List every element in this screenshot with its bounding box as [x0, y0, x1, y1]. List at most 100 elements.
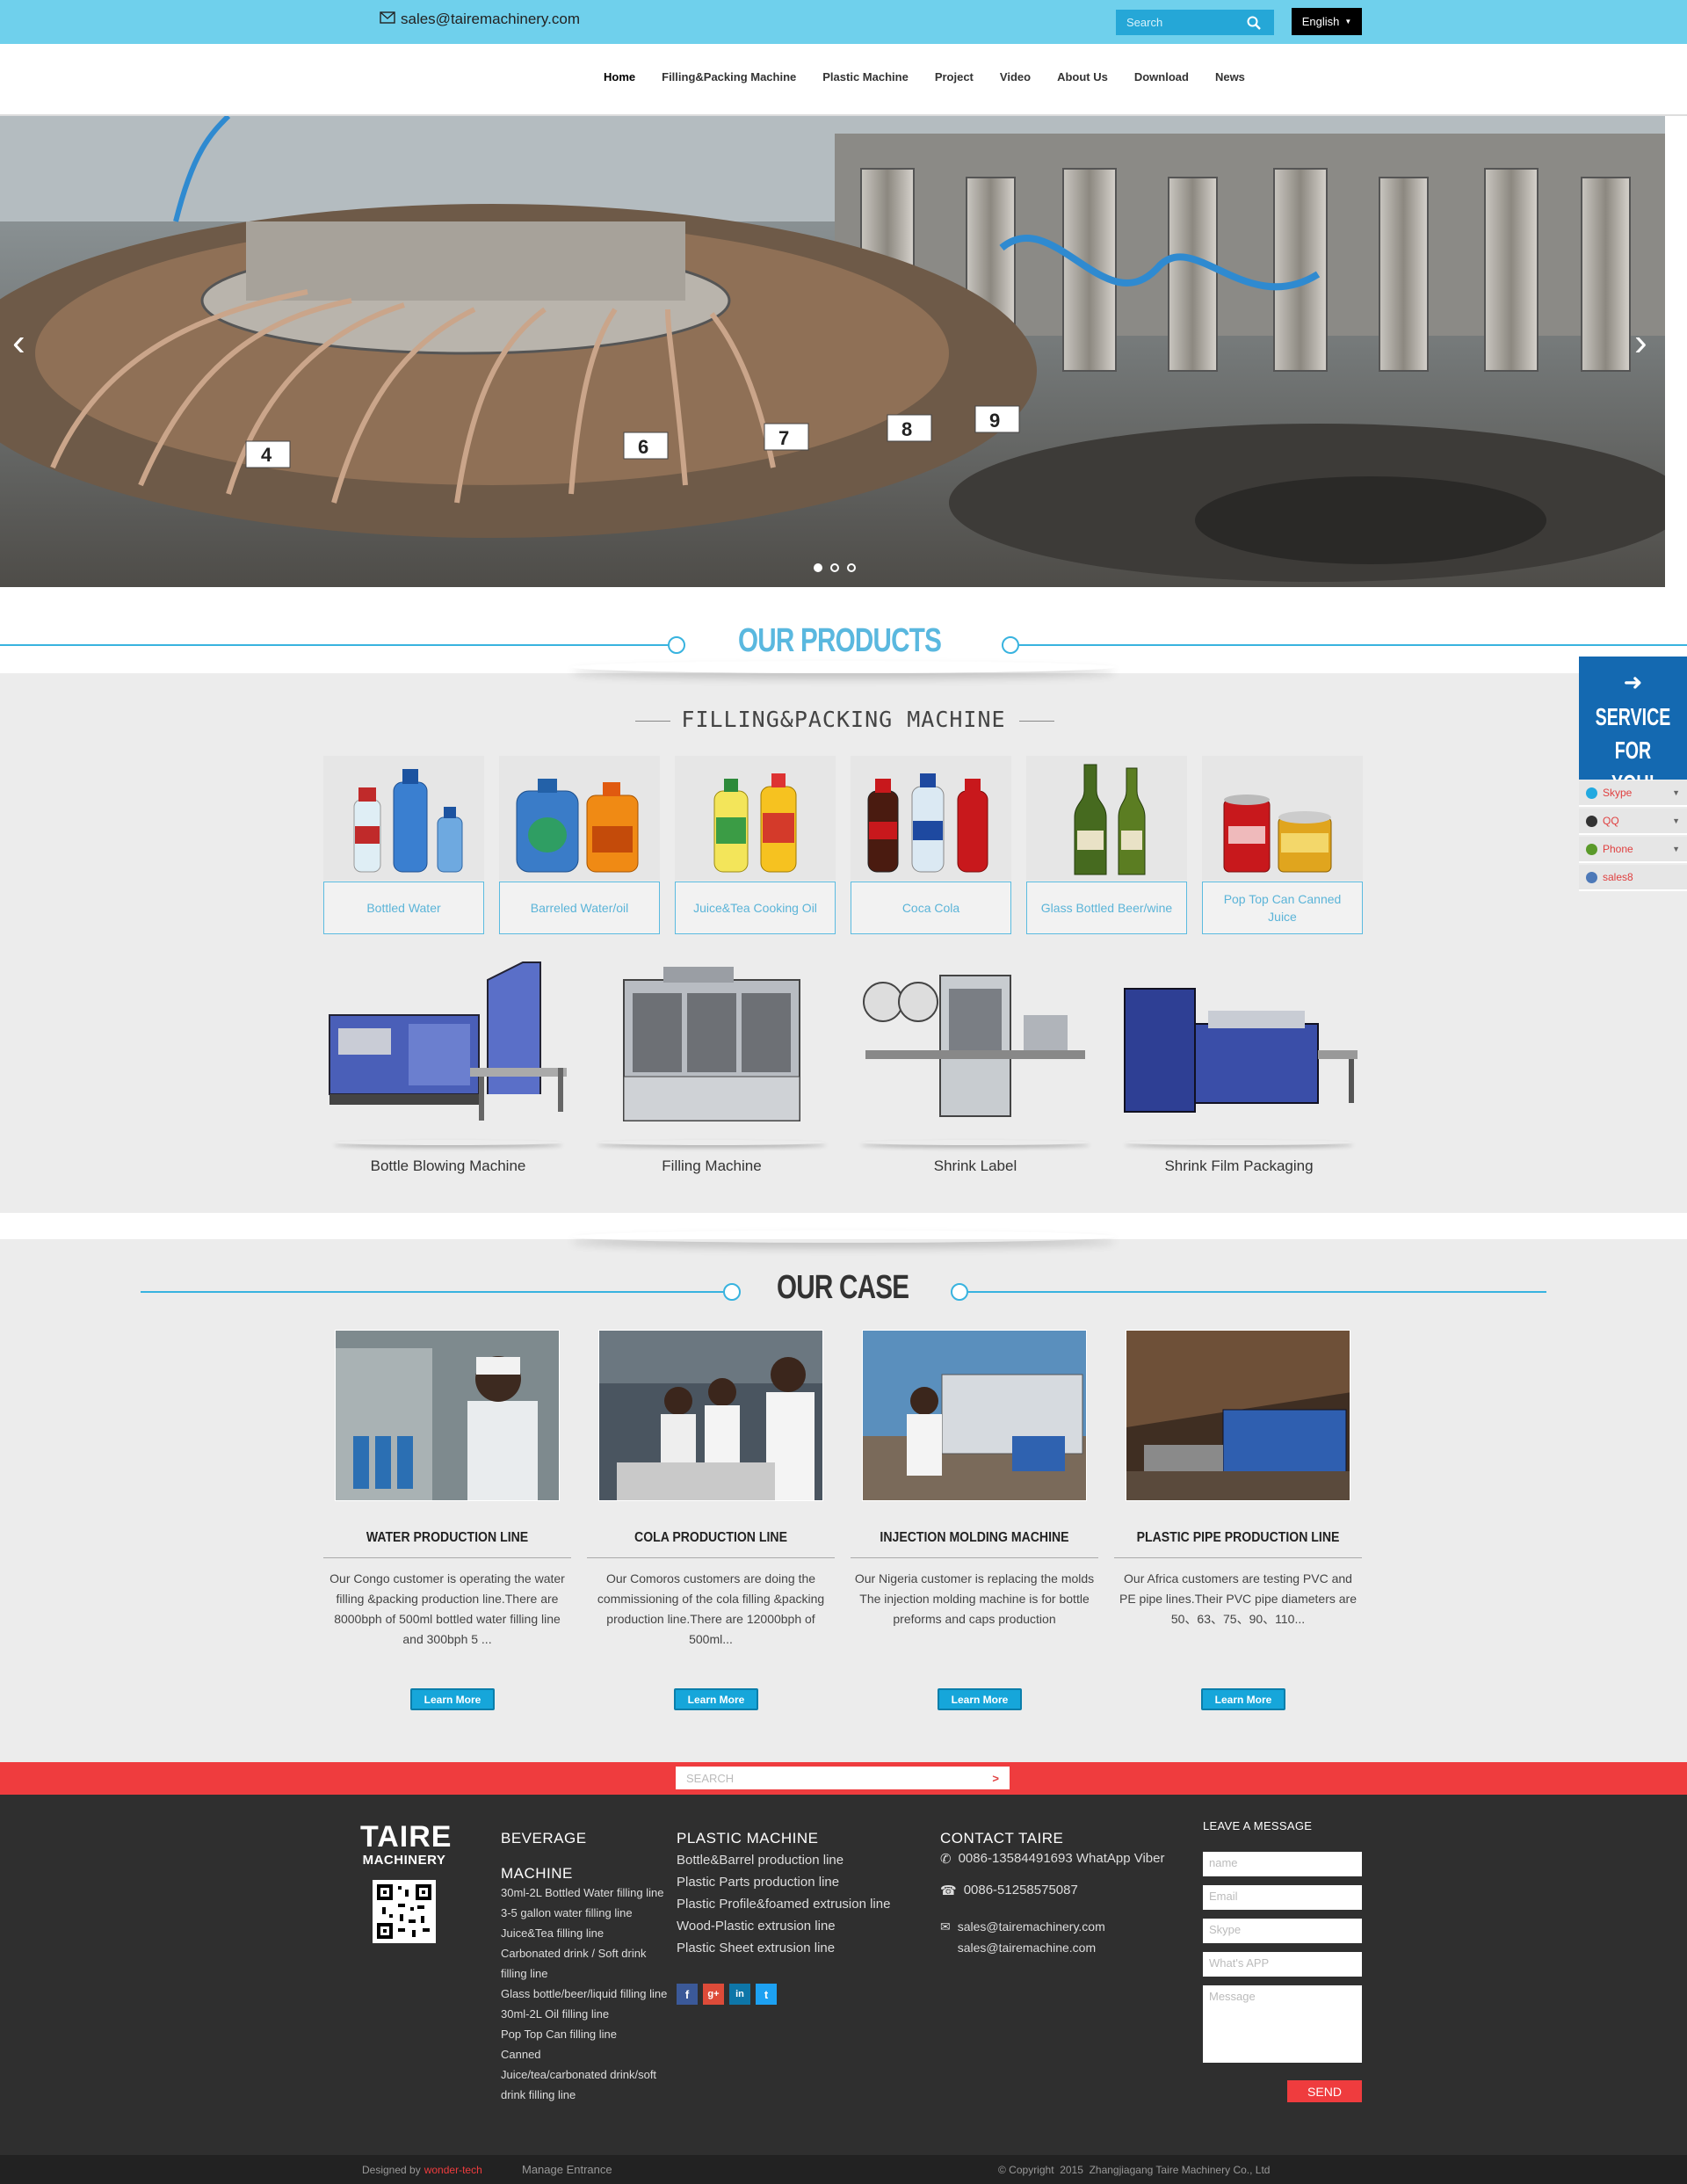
machine-label[interactable]: Filling Machine	[584, 1157, 839, 1175]
top-bar: sales@tairemachinery.com English ▼	[0, 0, 1687, 44]
send-button[interactable]: SEND	[1287, 2080, 1362, 2102]
nav-item-video[interactable]: Video	[987, 70, 1044, 83]
nav-item-plastic-machine[interactable]: Plastic Machine	[809, 70, 922, 83]
case-title[interactable]: WATER PRODUCTION LINE	[338, 1530, 556, 1546]
category-image	[1202, 756, 1363, 881]
beverage-item[interactable]: Carbonated drink / Soft drink filling li…	[501, 1943, 668, 1984]
machine-card-shrink-label[interactable]: Shrink Label	[848, 954, 1103, 1182]
nav-item-filling-packing[interactable]: Filling&Packing Machine	[648, 70, 809, 83]
contact-email1[interactable]: sales@tairemachinery.com	[958, 1916, 1105, 1937]
plastic-item[interactable]: Plastic Parts production line	[677, 1871, 905, 1893]
category-label[interactable]: Pop Top Can Canned Juice	[1202, 882, 1363, 934]
top-email[interactable]: sales@tairemachinery.com	[380, 11, 580, 28]
machine-label[interactable]: Bottle Blowing Machine	[321, 1157, 576, 1175]
footer-search-placeholder[interactable]: SEARCH	[686, 1772, 734, 1785]
plastic-item[interactable]: Plastic Sheet extrusion line	[677, 1937, 905, 1959]
nav-item-project[interactable]: Project	[922, 70, 987, 83]
products-title-line-left	[0, 644, 668, 646]
search-input[interactable]	[1116, 10, 1239, 35]
case-title-line-left	[141, 1291, 723, 1293]
designer-link[interactable]: wonder-tech	[424, 2164, 482, 2176]
learn-more-button[interactable]: Learn More	[410, 1688, 495, 1710]
case-divider	[1114, 1557, 1362, 1558]
filling-dash-right	[1019, 721, 1054, 722]
machine-label[interactable]: Shrink Label	[848, 1157, 1103, 1175]
arrow-right-icon[interactable]: >	[992, 1772, 999, 1785]
nav-item-about-us[interactable]: About Us	[1044, 70, 1121, 83]
service-phone[interactable]: Phone ▼	[1579, 837, 1687, 863]
message-whatsapp-field[interactable]: What's APP	[1203, 1952, 1362, 1977]
qr-code-icon	[373, 1880, 436, 1943]
beverage-item[interactable]: Glass bottle/beer/liquid filling line	[501, 1984, 668, 2004]
learn-more-button[interactable]: Learn More	[674, 1688, 758, 1710]
language-label: English	[1301, 15, 1340, 28]
learn-more-button[interactable]: Learn More	[1201, 1688, 1285, 1710]
category-card-glass-beer[interactable]: Glass Bottled Beer/wine	[1026, 756, 1187, 934]
contact-email2[interactable]: sales@tairemachine.com	[958, 1937, 1105, 1958]
service-skype-label: Skype	[1603, 787, 1633, 799]
message-name-field[interactable]: name	[1203, 1852, 1362, 1876]
service-widget[interactable]: ➜ SERVICE FOR YOU!	[1579, 657, 1687, 797]
case-section	[0, 1239, 1687, 1762]
beverage-item[interactable]: 3-5 gallon water filling line	[501, 1903, 668, 1923]
beverage-item[interactable]: Canned	[501, 2044, 668, 2064]
facebook-icon[interactable]: f	[677, 1984, 698, 2005]
banner-next-arrow[interactable]: ›	[1634, 323, 1647, 362]
machine-card-filling[interactable]: Filling Machine	[584, 954, 839, 1182]
case-image[interactable]	[1126, 1330, 1350, 1501]
footer-logo[interactable]: TAIRE MACHINERY	[360, 1821, 451, 1868]
case-image[interactable]	[598, 1330, 823, 1501]
google-plus-icon[interactable]: g+	[703, 1984, 724, 2005]
category-label[interactable]: Glass Bottled Beer/wine	[1026, 882, 1187, 934]
search-icon[interactable]	[1239, 10, 1269, 35]
category-label[interactable]: Bottled Water	[323, 882, 484, 934]
machine-card-bottle-blowing[interactable]: Bottle Blowing Machine	[321, 954, 576, 1182]
beverage-item[interactable]: Juice/tea/carbonated drink/soft drink fi…	[501, 2064, 668, 2105]
beverage-item[interactable]: Pop Top Can filling line	[501, 2024, 668, 2044]
language-select[interactable]: English ▼	[1292, 8, 1362, 35]
products-title-hex-right	[1002, 636, 1019, 654]
category-card-barreled-water[interactable]: Barreled Water/oil	[499, 756, 660, 934]
twitter-icon[interactable]: t	[756, 1984, 777, 2005]
banner-dot-1[interactable]	[814, 563, 822, 572]
service-qq[interactable]: QQ ▼	[1579, 809, 1687, 835]
case-title[interactable]: INJECTION MOLDING MACHINE	[865, 1530, 1083, 1546]
category-card-coca-cola[interactable]: Coca Cola	[851, 756, 1011, 934]
nav-item-download[interactable]: Download	[1121, 70, 1202, 83]
service-skype[interactable]: Skype ▼	[1579, 780, 1687, 807]
message-text-field[interactable]: Message	[1203, 1985, 1362, 2063]
case-image[interactable]	[335, 1330, 560, 1501]
banner-dot-2[interactable]	[830, 563, 839, 572]
service-email[interactable]: sales8	[1579, 865, 1687, 891]
case-title[interactable]: COLA PRODUCTION LINE	[602, 1530, 820, 1546]
machine-card-shrink-film[interactable]: Shrink Film Packaging	[1111, 954, 1366, 1182]
message-skype-field[interactable]: Skype	[1203, 1919, 1362, 1943]
category-label[interactable]: Juice&Tea Cooking Oil	[675, 882, 836, 934]
banner-dot-3[interactable]	[847, 563, 856, 572]
plastic-item[interactable]: Plastic Profile&foamed extrusion line	[677, 1893, 905, 1915]
category-card-juice-tea[interactable]: Juice&Tea Cooking Oil	[675, 756, 836, 934]
filling-packing-heading: FILLING&PACKING MACHINE	[681, 707, 1006, 732]
category-label[interactable]: Barreled Water/oil	[499, 882, 660, 934]
banner-prev-arrow[interactable]: ‹	[12, 323, 25, 362]
footer-search[interactable]: SEARCH >	[676, 1767, 1010, 1789]
hero-banner: 4 6 7 8 9 ‹ ›	[0, 116, 1672, 587]
nav-item-home[interactable]: Home	[590, 70, 648, 83]
top-email-text[interactable]: sales@tairemachinery.com	[401, 11, 580, 28]
plastic-item[interactable]: Wood-Plastic extrusion line	[677, 1915, 905, 1937]
category-label[interactable]: Coca Cola	[851, 882, 1011, 934]
case-title[interactable]: PLASTIC PIPE PRODUCTION LINE	[1129, 1530, 1347, 1546]
category-card-pop-top-can[interactable]: Pop Top Can Canned Juice	[1202, 756, 1363, 934]
manage-entrance-link[interactable]: Manage Entrance	[522, 2163, 612, 2176]
category-card-bottled-water[interactable]: Bottled Water	[323, 756, 484, 934]
plastic-item[interactable]: Bottle&Barrel production line	[677, 1849, 905, 1871]
learn-more-button[interactable]: Learn More	[938, 1688, 1022, 1710]
beverage-item[interactable]: 30ml-2L Bottled Water filling line	[501, 1883, 668, 1903]
machine-label[interactable]: Shrink Film Packaging	[1111, 1157, 1366, 1175]
nav-item-news[interactable]: News	[1202, 70, 1258, 83]
message-email-field[interactable]: Email	[1203, 1885, 1362, 1910]
beverage-item[interactable]: Juice&Tea filling line	[501, 1923, 668, 1943]
case-image[interactable]	[862, 1330, 1087, 1501]
beverage-item[interactable]: 30ml-2L Oil filling line	[501, 2004, 668, 2024]
linkedin-icon[interactable]: in	[729, 1984, 750, 2005]
